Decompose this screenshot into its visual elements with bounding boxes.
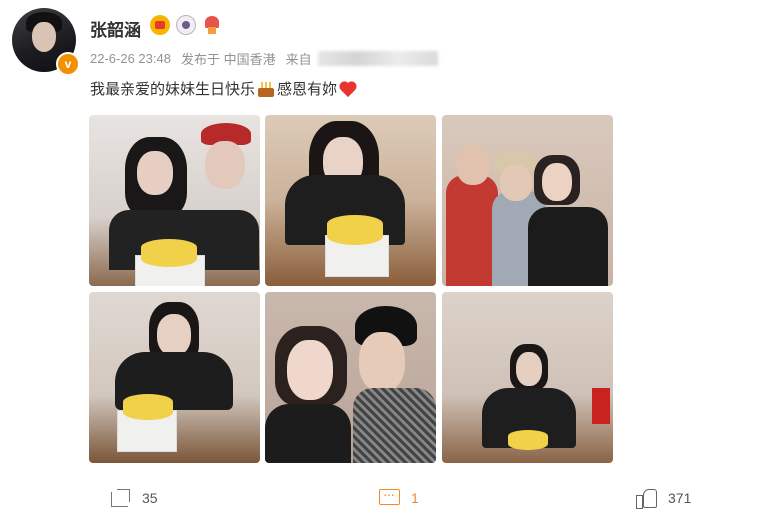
post-source-redacted bbox=[317, 51, 438, 66]
post-photo-4[interactable] bbox=[89, 292, 260, 463]
red-heart-emoji-icon bbox=[339, 80, 357, 98]
photo-face bbox=[157, 314, 191, 356]
birthday-cake-emoji-icon bbox=[257, 80, 275, 98]
photo-face-2 bbox=[359, 332, 405, 392]
photo-face bbox=[516, 352, 542, 386]
camera-badge-icon[interactable] bbox=[176, 15, 196, 35]
post-text: 我最亲爱的妹妹生日快乐 感恩有妳 bbox=[90, 78, 357, 99]
post-meta: 22-6-26 23:48 发布于 中国香港 来自 bbox=[90, 49, 438, 68]
photo-face-2 bbox=[205, 141, 245, 189]
post-source-label: 来自 bbox=[285, 52, 312, 67]
username[interactable]: 张韶涵 bbox=[90, 16, 141, 41]
post-photo-1[interactable] bbox=[89, 115, 260, 286]
photo-person-red-shirt bbox=[446, 175, 498, 286]
comment-icon bbox=[379, 486, 401, 508]
share-icon bbox=[110, 488, 132, 508]
post-timestamp[interactable]: 22-6-26 23:48 bbox=[90, 51, 171, 66]
photo-face-2 bbox=[500, 165, 532, 201]
photo-face-3 bbox=[542, 163, 572, 201]
comment-button[interactable]: 1 bbox=[379, 486, 419, 508]
post-photo-3[interactable] bbox=[442, 115, 613, 286]
share-count: 35 bbox=[142, 490, 158, 506]
post-photo-6[interactable] bbox=[442, 292, 613, 463]
photo-cake bbox=[141, 239, 197, 267]
post-photo-2[interactable] bbox=[265, 115, 436, 286]
action-bar: 35 1 371 bbox=[0, 482, 782, 516]
photo-face-1 bbox=[456, 145, 490, 185]
user-badges bbox=[150, 15, 222, 35]
photo-cake bbox=[327, 215, 383, 245]
avatar-face bbox=[32, 22, 56, 52]
tree-badge-icon[interactable] bbox=[202, 15, 222, 35]
post-location: 发布于 中国香港 bbox=[180, 52, 276, 67]
crown-badge-icon[interactable] bbox=[150, 15, 170, 35]
photo-face bbox=[137, 151, 173, 195]
share-button[interactable]: 35 bbox=[110, 488, 158, 508]
photo-clothes-1 bbox=[265, 404, 351, 463]
verified-badge-icon: v bbox=[56, 52, 80, 76]
photo-clothes-2 bbox=[353, 388, 436, 463]
photo-cake bbox=[508, 430, 548, 450]
post-text-part2: 感恩有妳 bbox=[277, 81, 338, 98]
photo-face-1 bbox=[287, 340, 333, 400]
like-count: 371 bbox=[668, 490, 692, 506]
post-photo-5[interactable] bbox=[265, 292, 436, 463]
like-button[interactable]: 371 bbox=[636, 487, 691, 509]
photo-person-black bbox=[528, 207, 608, 286]
post-text-part1: 我最亲爱的妹妹生日快乐 bbox=[90, 81, 256, 98]
comment-count: 1 bbox=[411, 490, 419, 506]
photo-cake bbox=[123, 394, 173, 420]
thumbs-up-icon bbox=[636, 487, 658, 509]
photo-red-object bbox=[592, 388, 610, 424]
